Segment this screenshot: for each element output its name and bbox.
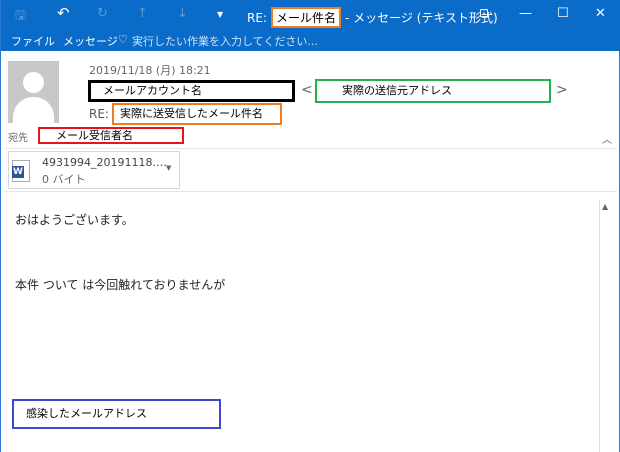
tab-message[interactable]: メッセージ [63,33,118,49]
title-bar: 🖫 ↶ ↻ ↑ ↓ ▼ RE: メール件名 - メッセージ (テキスト形式) ⊡… [1,0,620,30]
attachment-name: 4931994_20191118.… [42,156,167,169]
minimize-icon[interactable]: — [519,6,532,21]
collapse-header-icon[interactable]: ︿ [602,131,612,146]
divider [5,148,617,149]
undo-icon[interactable]: ↶ [57,4,70,22]
tell-me-input[interactable]: 実行したい作業を入力してください... [132,33,318,49]
up-arrow-icon[interactable]: ↑ [137,6,148,21]
address-open-bracket: < [301,82,313,98]
infected-address: 感染したメールアドレス [12,399,221,429]
avatar [8,61,59,123]
title-subject: メール件名 [270,7,341,28]
address-close-bracket: > [556,82,568,98]
window-title: RE: メール件名 - メッセージ (テキスト形式) [247,7,498,28]
redo-icon[interactable]: ↻ [97,6,108,21]
subject-prefix: RE: [89,107,109,121]
attachment-dropdown-icon[interactable]: ▼ [166,164,171,172]
scroll-up-icon[interactable]: ▲ [602,202,608,211]
recipient: メール受信者名 [38,127,184,144]
title-prefix: RE: [247,10,267,25]
sent-date: 2019/11/18 (月) 18:21 [89,64,211,77]
sender-address: 実際の送信元アドレス [315,79,551,103]
lightbulb-icon: ♡ [118,33,128,46]
ribbon-display-icon[interactable]: ⊡ [479,6,489,20]
divider [5,191,617,192]
to-label: 宛先 [8,133,28,144]
customize-dropdown-icon[interactable]: ▼ [217,10,223,19]
body-line: 本件 ついて は今回触れておりませんが [15,278,226,292]
close-icon[interactable]: ✕ [595,6,606,21]
ribbon: ファイル メッセージ ♡ 実行したい作業を入力してください... [1,30,620,51]
save-icon[interactable]: 🖫 [15,6,26,28]
word-file-icon: W [12,160,30,182]
title-suffix: - メッセージ (テキスト形式) [344,11,498,25]
body-line: おはようございます。 [15,213,134,227]
maximize-icon[interactable]: ☐ [557,6,569,21]
attachment-size: 0 バイト [42,173,86,186]
tab-file[interactable]: ファイル [11,33,55,49]
vertical-scrollbar[interactable]: ▲ [599,200,613,452]
sender-name: メールアカウント名 [88,80,295,102]
attachment[interactable]: W 4931994_20191118.… 0 バイト ▼ [8,151,180,189]
subject: 実際に送受信したメール件名 [112,103,282,125]
down-arrow-icon[interactable]: ↓ [177,6,188,21]
